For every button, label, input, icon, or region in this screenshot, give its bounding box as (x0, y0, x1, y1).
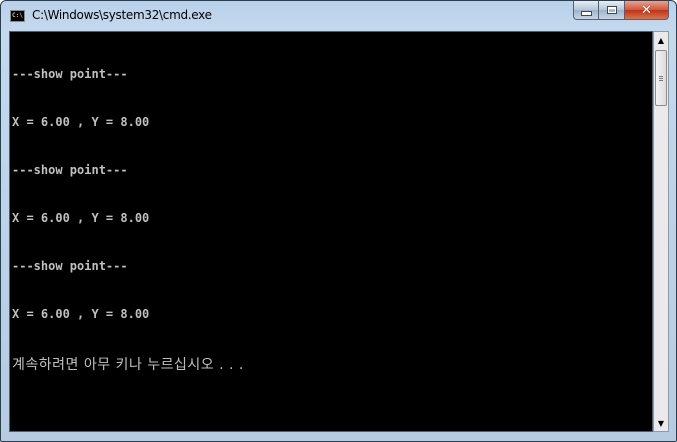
cmd-app-icon[interactable]: C:\ (10, 10, 25, 22)
scroll-up-arrow-icon[interactable]: ▲ (654, 32, 668, 48)
close-icon: ✕ (641, 2, 652, 18)
close-button[interactable]: ✕ (625, 1, 669, 20)
console-line: X = 6.00 , Y = 8.00 (12, 115, 150, 129)
maximize-icon (606, 6, 617, 14)
minimize-button[interactable] (573, 1, 599, 20)
press-any-key-prompt: 계속하려면 아무 키나 누르십시오 . . . (12, 357, 244, 373)
minimize-icon (580, 10, 592, 16)
console-text: ---show point--- X = 6.00 , Y = 8.00 ---… (12, 34, 244, 406)
scroll-down-arrow-icon[interactable]: ▼ (654, 415, 668, 431)
thumb-grip (659, 76, 663, 77)
window-title: C:\Windows\system32\cmd.exe (32, 8, 212, 22)
scrollbar-thumb[interactable] (655, 50, 667, 106)
console-line: ---show point--- (12, 259, 128, 273)
console-output[interactable]: ---show point--- X = 6.00 , Y = 8.00 ---… (9, 31, 653, 432)
vertical-scrollbar[interactable]: ▲ ▼ (653, 31, 669, 432)
thumb-grip (659, 80, 663, 81)
caption-buttons: ✕ (573, 1, 669, 21)
cmd-window: C:\ C:\Windows\system32\cmd.exe ✕ ---sho… (0, 0, 677, 442)
console-line: X = 6.00 , Y = 8.00 (12, 307, 150, 321)
console-line: ---show point--- (12, 67, 128, 81)
console-line: X = 6.00 , Y = 8.00 (12, 211, 150, 225)
title-bar[interactable]: C:\ C:\Windows\system32\cmd.exe ✕ (1, 1, 676, 31)
console-line: ---show point--- (12, 163, 128, 177)
thumb-grip (659, 78, 663, 79)
maximize-button[interactable] (599, 1, 625, 20)
